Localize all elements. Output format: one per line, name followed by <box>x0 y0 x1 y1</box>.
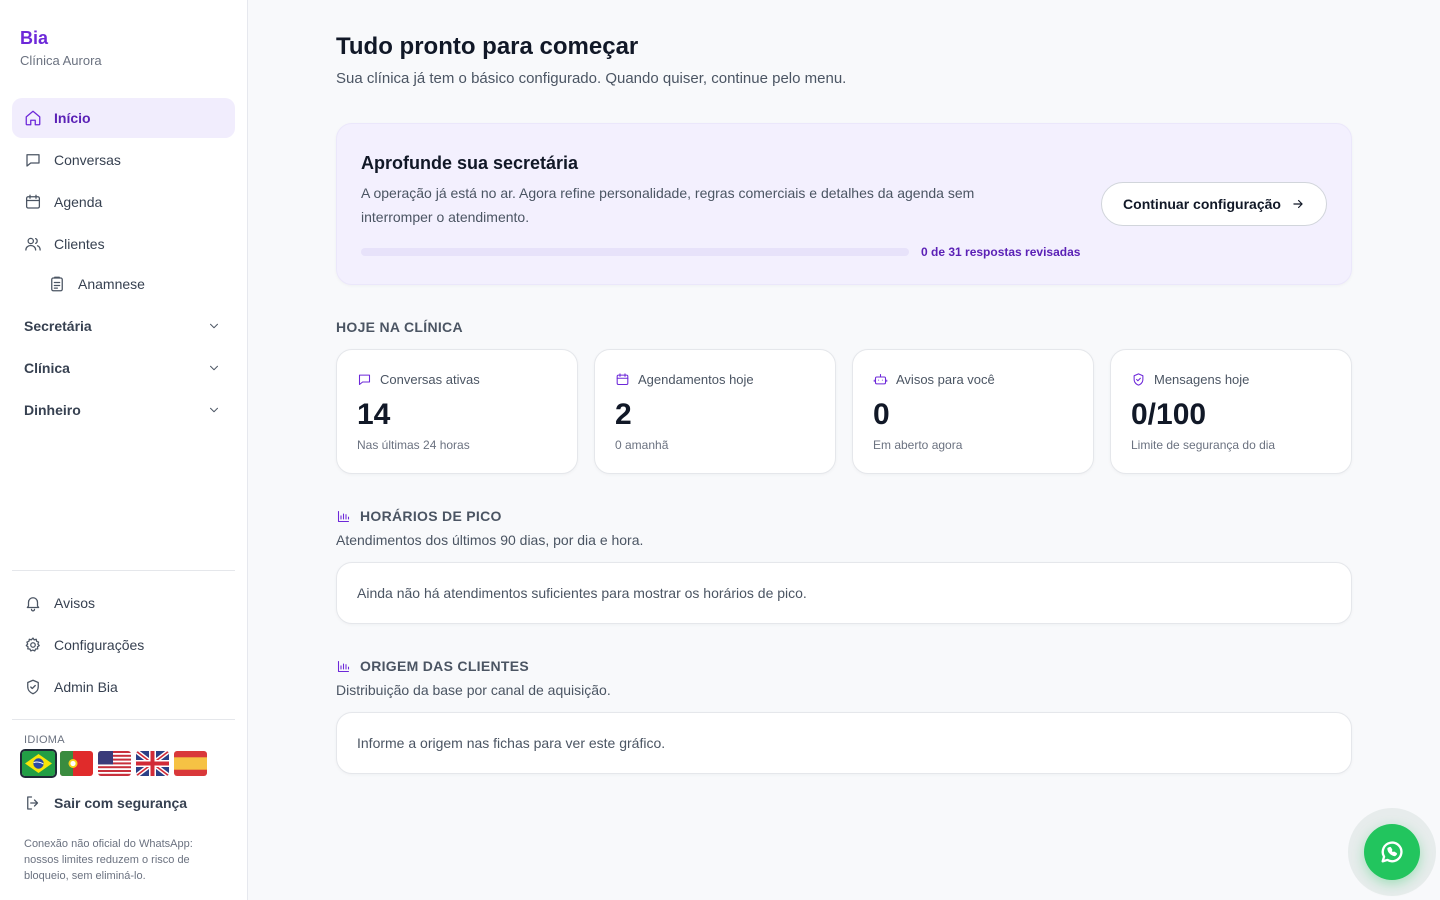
calendar-icon <box>616 373 629 386</box>
sidebar-divider <box>12 719 235 720</box>
chat-icon <box>358 374 371 386</box>
nav-item-avisos[interactable]: Avisos <box>12 583 235 623</box>
whatsapp-disclaimer: Conexão não oficial do WhatsApp: nossos … <box>24 838 193 882</box>
stat-card-mensagens: Mensagens hoje 0/100 Limite de segurança… <box>1110 349 1352 474</box>
continue-setup-label: Continuar configuração <box>1123 196 1281 212</box>
stat-footnote: Nas últimas 24 horas <box>357 438 470 452</box>
nav-item-label: Conversas <box>54 152 121 168</box>
clipboard-icon <box>48 275 66 293</box>
shield-icon <box>24 678 42 696</box>
gear-icon <box>24 636 42 654</box>
nav-group-label: Clínica <box>24 360 70 376</box>
flag-usa[interactable] <box>98 751 131 776</box>
logout-button[interactable]: Sair com segurança <box>24 794 187 812</box>
today-heading-label: HOJE NA CLÍNICA <box>336 319 463 335</box>
bar-chart-icon <box>337 660 350 672</box>
robot-icon <box>873 373 888 385</box>
calendar-icon <box>24 193 42 211</box>
users-icon <box>24 235 42 253</box>
stat-footnote: Em aberto agora <box>873 438 963 452</box>
nav-item-conversas[interactable]: Conversas <box>12 140 235 180</box>
setup-description: A operação já está no ar. Agora refine p… <box>361 185 975 225</box>
logout-icon <box>27 796 39 810</box>
stat-footnote: 0 amanhã <box>615 438 669 452</box>
continue-setup-button[interactable]: Continuar configuração <box>1101 182 1327 226</box>
whatsapp-button[interactable] <box>1364 824 1420 880</box>
origin-empty-state: Informe a origem nas fichas para ver est… <box>336 712 1352 774</box>
flag-portugal[interactable] <box>60 751 93 776</box>
chevron-down-icon <box>210 323 218 329</box>
nav-group-label: Dinheiro <box>24 402 81 418</box>
nav-item-label: Início <box>54 110 91 126</box>
nav-item-admin[interactable]: Admin Bia <box>12 667 235 707</box>
stat-label: Mensagens hoje <box>1131 372 1249 387</box>
nav-item-inicio[interactable]: Início <box>12 98 235 138</box>
today-heading: HOJE NA CLÍNICA <box>336 319 463 335</box>
nav-group-dinheiro[interactable]: Dinheiro <box>12 390 235 430</box>
stat-label: Agendamentos hoje <box>615 372 754 387</box>
stat-value: 14 <box>357 398 391 431</box>
nav-group-clinica[interactable]: Clínica <box>12 348 235 388</box>
nav-item-anamnese[interactable]: Anamnese <box>36 264 235 304</box>
nav-item-label: Configurações <box>54 637 145 653</box>
nav-item-label: Anamnese <box>78 276 145 292</box>
peak-subtitle: Atendimentos dos últimos 90 dias, por di… <box>336 532 644 548</box>
stat-label-text: Avisos para você <box>896 372 995 387</box>
whatsapp-icon <box>1381 841 1403 863</box>
stat-label: Conversas ativas <box>357 372 480 387</box>
setup-progress-text: 0 de 31 respostas revisadas <box>921 245 1081 259</box>
clinic-name: Clínica Aurora <box>20 53 102 68</box>
page-subtitle: Sua clínica já tem o básico configurado.… <box>336 70 847 87</box>
nav-item-label: Admin Bia <box>54 679 118 695</box>
bar-chart-icon <box>337 510 350 522</box>
sidebar: Bia Clínica Aurora Início Conversas Agen… <box>0 0 248 900</box>
stat-label-text: Conversas ativas <box>380 372 480 387</box>
logout-label: Sair com segurança <box>54 795 188 811</box>
stat-label-text: Agendamentos hoje <box>638 372 754 387</box>
brand: Bia Clínica Aurora <box>20 27 102 68</box>
peak-heading-label: HORÁRIOS DE PICO <box>360 508 502 524</box>
stat-value: 0 <box>873 398 890 431</box>
nav-group-secretaria[interactable]: Secretária <box>12 306 235 346</box>
page-title: Tudo pronto para começar <box>336 33 639 60</box>
flag-brazil[interactable] <box>20 749 57 778</box>
stat-footnote: Limite de segurança do dia <box>1131 438 1276 452</box>
nav-item-label: Avisos <box>54 595 95 611</box>
peak-empty-state: Ainda não há atendimentos suficientes pa… <box>336 562 1352 624</box>
chevron-down-icon <box>210 365 218 371</box>
origin-subtitle: Distribuição da base por canal de aquisi… <box>336 682 611 698</box>
language-selector <box>20 749 207 778</box>
nav-item-agenda[interactable]: Agenda <box>12 182 235 222</box>
stat-card-conversas: Conversas ativas 14 Nas últimas 24 horas <box>336 349 578 474</box>
stat-card-agendamentos: Agendamentos hoje 2 0 amanhã <box>594 349 836 474</box>
brand-name: Bia <box>20 28 49 48</box>
home-icon <box>24 109 42 127</box>
language-label: IDIOMA <box>24 734 65 746</box>
sidebar-divider <box>12 570 235 571</box>
setup-title: Aprofunde sua secretária <box>361 153 579 173</box>
stat-value: 2 <box>615 398 632 431</box>
arrow-right-icon <box>1293 199 1303 209</box>
nav-item-label: Agenda <box>54 194 103 210</box>
setup-progress-bar <box>361 248 909 256</box>
setup-card: Aprofunde sua secretária A operação já e… <box>336 123 1352 285</box>
origin-heading: ORIGEM DAS CLIENTES <box>336 658 529 674</box>
nav-item-label: Clientes <box>54 236 105 252</box>
nav-group-label: Secretária <box>24 318 92 334</box>
flag-spain[interactable] <box>174 751 207 776</box>
main-content: Tudo pronto para começar Sua clínica já … <box>248 0 1440 900</box>
stat-label: Avisos para você <box>873 372 995 387</box>
flag-uk[interactable] <box>136 751 169 776</box>
peak-heading: HORÁRIOS DE PICO <box>336 508 502 524</box>
stat-card-avisos: Avisos para você 0 Em aberto agora <box>852 349 1094 474</box>
origin-heading-label: ORIGEM DAS CLIENTES <box>360 658 530 674</box>
chat-icon <box>24 151 42 169</box>
shield-check-icon <box>1133 373 1144 386</box>
nav-item-configuracoes[interactable]: Configurações <box>12 625 235 665</box>
bell-icon <box>24 594 42 612</box>
stat-label-text: Mensagens hoje <box>1154 372 1250 387</box>
chevron-down-icon <box>210 407 218 413</box>
nav-item-clientes[interactable]: Clientes <box>12 224 235 264</box>
stat-value: 0/100 <box>1131 398 1207 431</box>
